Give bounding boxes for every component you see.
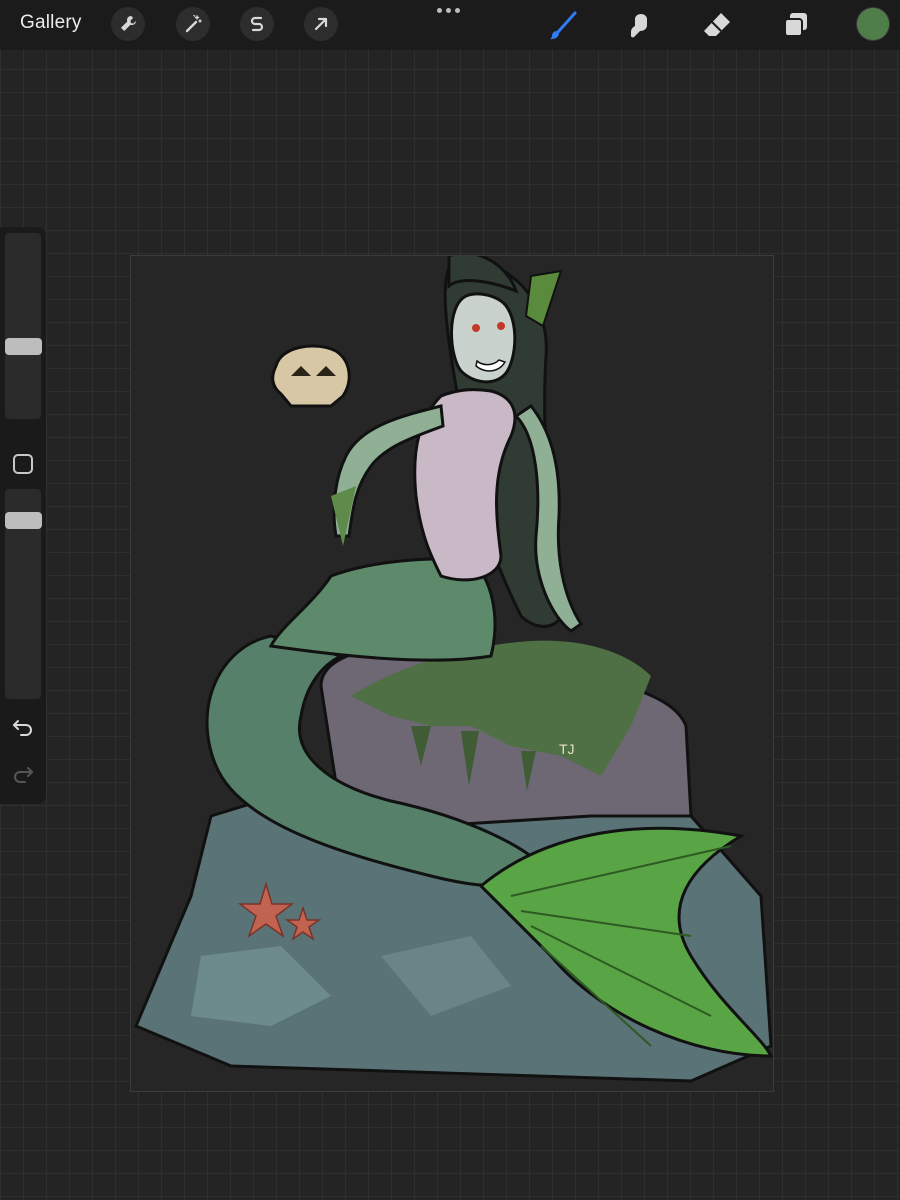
modify-square-icon[interactable] [13, 454, 33, 474]
opacity-handle[interactable] [5, 512, 42, 529]
selection-s-icon[interactable] [240, 7, 274, 41]
ear-fin [524, 269, 563, 328]
magic-wand-icon [185, 14, 202, 33]
top-toolbar: Gallery [0, 0, 900, 50]
transform-arrow-button[interactable] [304, 7, 338, 41]
wrench-icon [121, 16, 136, 31]
layers-icon [784, 13, 807, 37]
eraser-tool-button[interactable] [700, 8, 734, 42]
redo-icon[interactable] [12, 764, 34, 784]
eraser-icon [704, 13, 730, 36]
selection-icon [250, 16, 264, 32]
drawing-canvas[interactable]: TJ [130, 255, 774, 1092]
mermaid-artwork: TJ [134, 256, 773, 1083]
transform-arrow-icon [314, 17, 328, 31]
smudge-icon [631, 14, 647, 38]
gallery-button[interactable]: Gallery [20, 12, 82, 34]
actions-wrench-icon[interactable] [111, 7, 145, 41]
brush-size-handle[interactable] [5, 338, 42, 355]
brush-icon [550, 11, 577, 40]
brush-tool-button[interactable] [546, 8, 580, 42]
more-ellipsis-icon[interactable] [437, 8, 460, 13]
brush-size-slider[interactable] [5, 233, 41, 419]
signature-mark: TJ [559, 741, 575, 757]
smudge-tool-button[interactable] [623, 8, 657, 42]
layers-button[interactable] [779, 8, 813, 42]
undo-icon[interactable] [12, 717, 34, 737]
color-swatch-button[interactable] [857, 8, 889, 40]
side-toolbar [0, 227, 46, 804]
adjustments-wand-icon[interactable] [176, 7, 210, 41]
